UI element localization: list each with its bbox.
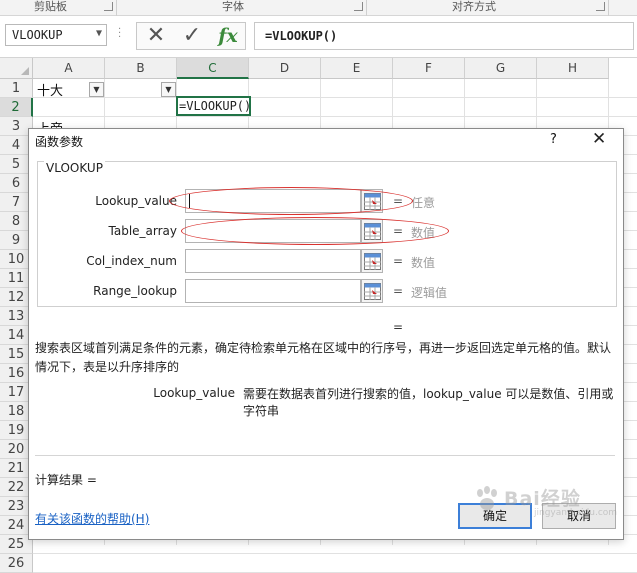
watermark-url: jingyan.baidu.com xyxy=(534,508,618,518)
formula-result-equals: = xyxy=(393,320,404,334)
function-name: VLOOKUP xyxy=(44,161,105,175)
filter-dropdown-icon[interactable]: ▼ xyxy=(161,82,176,97)
watermark-brand: Bai经验 xyxy=(504,488,581,510)
arg-label-range-lookup: Range_lookup xyxy=(93,284,177,298)
collapse-dialog-icon[interactable] xyxy=(361,249,383,273)
chevron-down-icon[interactable]: ▼ xyxy=(96,28,102,39)
ribbon-strip: 剪贴板 字体 对齐方式 xyxy=(0,0,637,16)
arg-hint-lookup-value: 任意 xyxy=(411,196,436,210)
function-help-link[interactable]: 有关该函数的帮助(H) xyxy=(35,510,149,527)
dialog-launcher-icon[interactable] xyxy=(596,2,605,11)
calculation-result: 计算结果 = xyxy=(35,473,97,487)
close-icon[interactable]: ✕ xyxy=(592,129,610,149)
range-lookup-input[interactable] xyxy=(185,279,361,303)
column-header-d[interactable]: D xyxy=(249,58,321,79)
formula-bar: VLOOKUP ▼ · · · ✕ ✓ fx =VLOOKUP() xyxy=(0,16,637,58)
gridline xyxy=(33,97,637,98)
arg-equals: = xyxy=(393,284,404,298)
formula-buttons: ✕ ✓ fx xyxy=(136,22,246,50)
divider xyxy=(35,455,615,456)
cancel-icon[interactable]: ✕ xyxy=(141,24,171,48)
current-param-description: 需要在数据表首列进行搜索的值，lookup_value 可以是数值、引用或字符串 xyxy=(243,387,614,418)
column-header-g[interactable]: G xyxy=(465,58,537,79)
function-description: 搜索表区域首列满足条件的元素，确定待检索单元格在区域中的行序号，再进一步返回选定… xyxy=(35,341,612,374)
current-param-name: Lookup_value xyxy=(153,386,235,400)
name-box[interactable]: VLOOKUP ▼ xyxy=(5,24,107,46)
dialog-launcher-icon[interactable] xyxy=(104,2,113,11)
column-header-f[interactable]: F xyxy=(393,58,465,79)
dialog-title: 函数参数 xyxy=(35,135,84,149)
ribbon-separator xyxy=(116,0,117,16)
drag-handle-icon[interactable]: · · · xyxy=(118,25,124,44)
select-all-button[interactable] xyxy=(0,58,33,79)
formula-input[interactable]: =VLOOKUP() xyxy=(254,22,634,50)
dialog-launcher-icon[interactable] xyxy=(354,2,363,11)
column-header-e[interactable]: E xyxy=(321,58,393,79)
arg-equals: = xyxy=(393,254,404,268)
arg-label-table-array: Table_array xyxy=(108,224,178,238)
ribbon-separator xyxy=(608,0,609,16)
col-index-num-input[interactable] xyxy=(185,249,361,273)
gridline xyxy=(33,116,637,117)
annotation-oval xyxy=(181,217,449,245)
arg-hint-range-lookup: 逻辑值 xyxy=(411,286,448,300)
active-cell-c2[interactable]: =VLOOKUP() xyxy=(176,96,251,116)
collapse-dialog-icon[interactable] xyxy=(361,279,383,303)
cell-a1[interactable]: 十大 xyxy=(37,80,63,99)
ribbon-group-clipboard[interactable]: 剪贴板 xyxy=(34,0,67,14)
row-header-2[interactable]: 2 xyxy=(0,98,33,117)
insert-function-icon[interactable]: fx xyxy=(213,24,243,48)
column-header-h[interactable]: H xyxy=(537,58,609,79)
row-header-1[interactable]: 1 xyxy=(0,79,33,98)
name-box-value: VLOOKUP xyxy=(12,28,63,42)
gridline xyxy=(33,553,637,554)
column-header-a[interactable]: A xyxy=(33,58,105,79)
column-header-c[interactable]: C xyxy=(177,58,249,79)
ribbon-group-font[interactable]: 字体 xyxy=(222,0,244,14)
annotation-oval xyxy=(169,187,413,215)
arg-hint-col-index-num: 数值 xyxy=(411,256,436,270)
arg-label-col-index-num: Col_index_num xyxy=(86,254,177,268)
watermark: Bai经验 jingyan.baidu.com xyxy=(470,478,630,528)
filter-dropdown-icon[interactable]: ▼ xyxy=(89,82,104,97)
row-header-26[interactable]: 26 xyxy=(0,554,33,573)
ribbon-group-alignment[interactable]: 对齐方式 xyxy=(452,0,496,14)
paw-logo-icon xyxy=(477,486,497,510)
confirm-icon[interactable]: ✓ xyxy=(177,24,207,48)
ribbon-separator xyxy=(366,0,367,16)
arg-label-lookup-value: Lookup_value xyxy=(95,194,177,208)
help-icon[interactable]: ? xyxy=(550,132,564,147)
column-header-b[interactable]: B xyxy=(105,58,177,79)
